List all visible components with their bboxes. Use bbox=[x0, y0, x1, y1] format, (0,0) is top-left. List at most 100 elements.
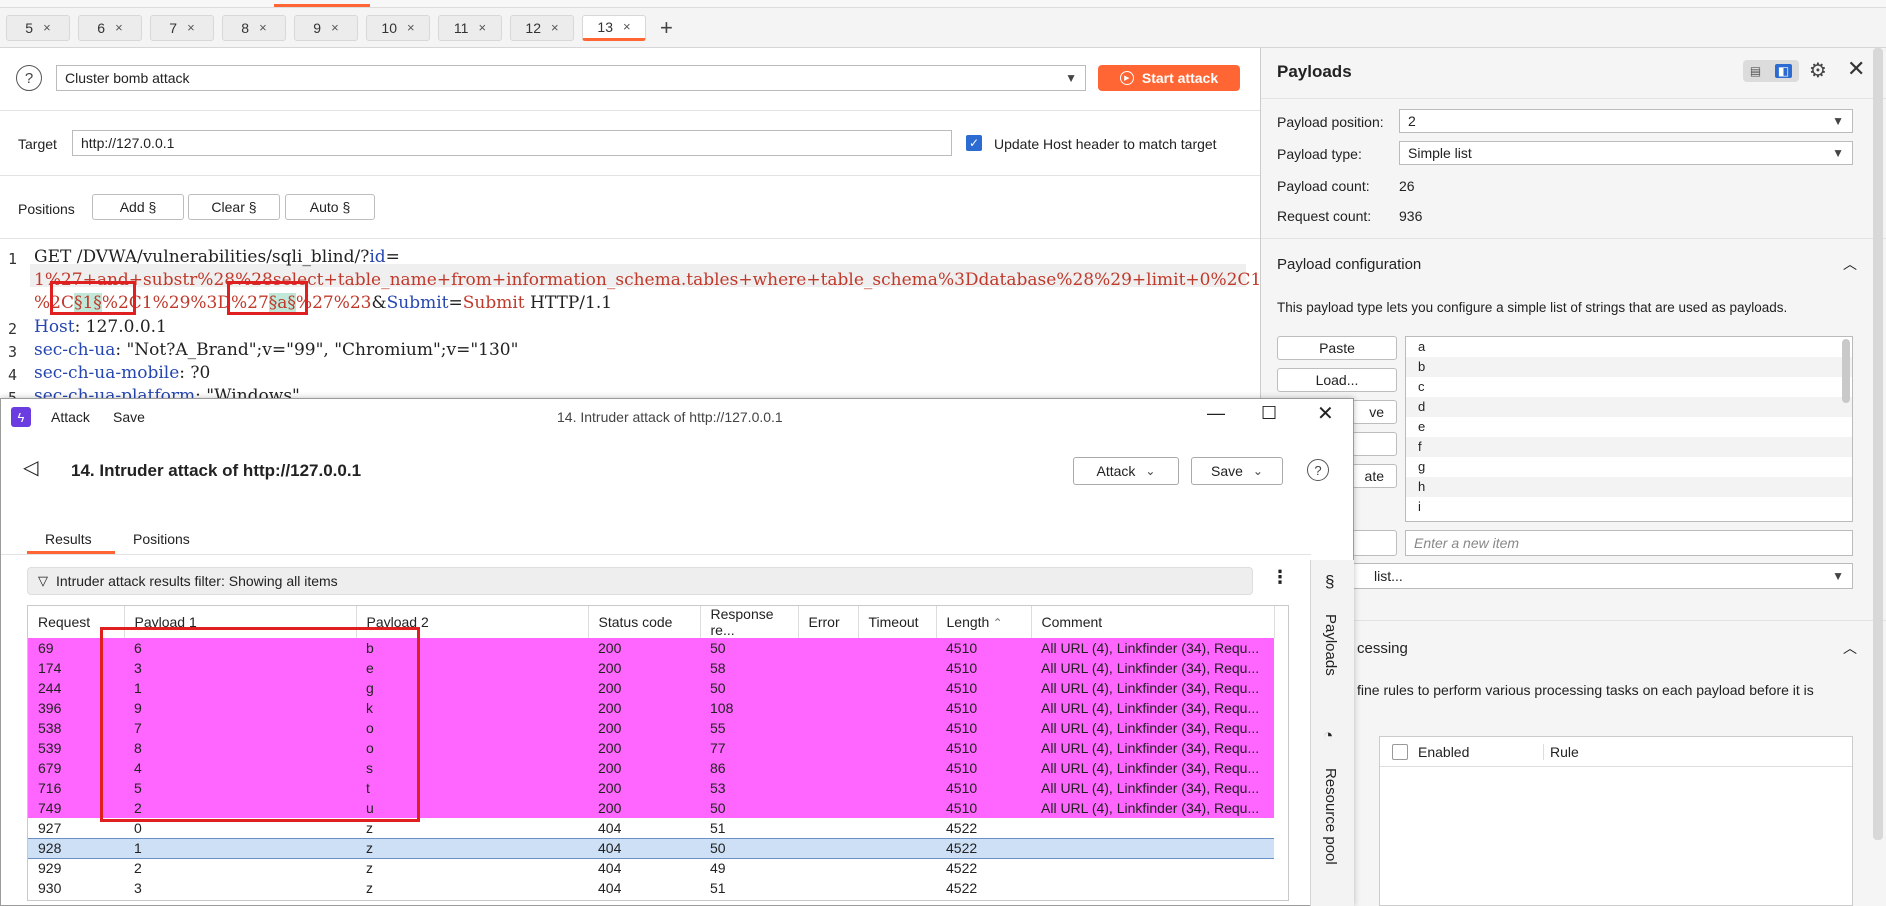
close-icon[interactable]: × bbox=[478, 20, 486, 35]
maximize-icon[interactable]: ☐ bbox=[1261, 403, 1277, 424]
close-icon[interactable]: × bbox=[115, 20, 123, 35]
close-icon[interactable]: × bbox=[623, 19, 631, 34]
request-line-3: sec-ch-ua: "Not?A_Brand";v="99", "Chromi… bbox=[34, 339, 518, 362]
tab-13[interactable]: 13 × bbox=[582, 14, 646, 41]
new-item-input[interactable]: Enter a new item bbox=[1405, 530, 1853, 556]
payload-position-value: 2 bbox=[1408, 113, 1416, 129]
close-icon[interactable]: × bbox=[187, 20, 195, 35]
load-button[interactable]: Load... bbox=[1277, 368, 1397, 392]
tab-positions[interactable]: Positions bbox=[133, 531, 190, 547]
tab-results[interactable]: Results bbox=[45, 531, 92, 547]
help-icon[interactable]: ? bbox=[16, 65, 42, 91]
cell-status: 200 bbox=[588, 658, 700, 678]
close-icon[interactable]: × bbox=[43, 20, 51, 35]
panel-scrollbar[interactable] bbox=[1873, 48, 1883, 840]
tab-9[interactable]: 9 × bbox=[294, 14, 358, 41]
payload-list-item[interactable]: h bbox=[1406, 477, 1852, 497]
payload-list-item[interactable]: b bbox=[1406, 357, 1852, 377]
line-number: 1 bbox=[8, 250, 18, 268]
table-row[interactable]: 930 3 z 404 51 4522 bbox=[28, 878, 1274, 898]
request-editor[interactable]: 1 GET /DVWA/vulnerabilities/sqli_blind/?… bbox=[0, 194, 1299, 407]
payload-list-item[interactable]: i bbox=[1406, 497, 1852, 517]
chevron-up-icon[interactable]: ︿ bbox=[1843, 254, 1857, 274]
close-icon[interactable]: × bbox=[407, 20, 415, 35]
close-icon[interactable]: × bbox=[331, 20, 339, 35]
split-view-icon[interactable]: ◧ bbox=[1774, 64, 1793, 78]
cell-p1: 1 bbox=[124, 837, 356, 859]
cell-empty bbox=[798, 837, 858, 859]
cell-resp: 53 bbox=[700, 778, 798, 798]
gear-icon[interactable]: ⚙ bbox=[1809, 58, 1827, 83]
tab-5[interactable]: 5 × bbox=[6, 14, 70, 41]
cell-status: 404 bbox=[598, 880, 622, 896]
tab-label: 13 bbox=[597, 18, 613, 35]
cell-empty bbox=[798, 818, 858, 838]
payload-list-item[interactable]: e bbox=[1406, 417, 1852, 437]
processing-rules-table[interactable]: Enabled Rule bbox=[1379, 736, 1853, 906]
filter-icon: ▽ bbox=[38, 573, 48, 588]
payload-list-item[interactable]: g bbox=[1406, 457, 1852, 477]
column-header[interactable]: Error bbox=[798, 606, 859, 638]
save-menu-button[interactable]: Save ⌄ bbox=[1191, 457, 1283, 485]
table-row[interactable]: 929 2 z 404 49 4522 bbox=[28, 858, 1274, 878]
tab-6[interactable]: 6 × bbox=[78, 14, 142, 41]
side-tab-payloads[interactable]: Payloads bbox=[1322, 614, 1339, 676]
tab-10[interactable]: 10 × bbox=[366, 14, 430, 41]
column-header[interactable]: Response re... bbox=[700, 606, 799, 638]
cell-empty bbox=[798, 638, 858, 658]
tab-12[interactable]: 12 × bbox=[510, 14, 574, 41]
tab-11[interactable]: 11 × bbox=[438, 14, 502, 41]
layout-toggle[interactable]: ▤ ◧ bbox=[1743, 60, 1799, 82]
help-icon[interactable]: ? bbox=[1307, 459, 1329, 481]
paste-button[interactable]: Paste bbox=[1277, 336, 1397, 360]
payload-list[interactable]: abcdefghi bbox=[1405, 336, 1853, 522]
payload-list-item[interactable]: c bbox=[1406, 377, 1852, 397]
minimize-icon[interactable]: — bbox=[1207, 403, 1225, 424]
attack-menu-button[interactable]: Attack ⌄ bbox=[1073, 457, 1179, 485]
select-all-checkbox[interactable] bbox=[1392, 743, 1408, 760]
chevron-down-icon: ▼ bbox=[1065, 71, 1077, 85]
target-url-input[interactable]: http://127.0.0.1 bbox=[72, 130, 952, 156]
cell-status: 404 bbox=[598, 860, 622, 877]
column-header[interactable]: Comment bbox=[1031, 606, 1275, 638]
cell-comment bbox=[1031, 818, 1274, 838]
more-options-icon[interactable]: ⋮ bbox=[1271, 567, 1289, 588]
payload-type-label: Payload type: bbox=[1277, 146, 1362, 162]
payload-type-select[interactable]: Simple list ▼ bbox=[1399, 141, 1853, 165]
add-tab-icon[interactable]: + bbox=[660, 15, 673, 41]
payload-list-item[interactable]: d bbox=[1406, 397, 1852, 417]
table-row[interactable]: 928 1 z 404 50 4522 bbox=[28, 837, 1274, 859]
tab-8[interactable]: 8 × bbox=[222, 14, 286, 41]
column-header[interactable]: Length ⌃ bbox=[936, 606, 1032, 638]
menu-save[interactable]: Save bbox=[113, 409, 145, 425]
column-header[interactable]: Timeout bbox=[858, 606, 937, 638]
payload-list-item[interactable]: f bbox=[1406, 437, 1852, 457]
param-name: id bbox=[369, 247, 386, 267]
column-header[interactable]: Status code bbox=[588, 606, 701, 638]
list-scrollbar[interactable] bbox=[1842, 339, 1850, 403]
payload-position-select[interactable]: 2 ▼ bbox=[1399, 109, 1853, 133]
list-view-icon[interactable]: ▤ bbox=[1750, 64, 1761, 78]
line-number: 3 bbox=[8, 343, 18, 361]
update-host-checkbox[interactable]: ✓ bbox=[966, 135, 982, 151]
side-tab-resource-pool[interactable]: Resource pool bbox=[1322, 768, 1339, 865]
back-arrow-icon[interactable]: ◁ bbox=[23, 455, 38, 480]
close-icon[interactable]: × bbox=[551, 20, 559, 35]
results-filter-bar[interactable]: ▽ Intruder attack results filter: Showin… bbox=[27, 567, 1253, 595]
close-window-icon[interactable]: ✕ bbox=[1317, 401, 1334, 426]
attack-type-select[interactable]: Cluster bomb attack ▼ bbox=[56, 65, 1086, 91]
tab-7[interactable]: 7 × bbox=[150, 14, 214, 41]
close-icon[interactable]: ✕ bbox=[1847, 56, 1865, 82]
close-icon[interactable]: × bbox=[259, 20, 267, 35]
add-from-list-select[interactable]: list... ▼ bbox=[1277, 563, 1853, 589]
menu-attack[interactable]: Attack bbox=[51, 409, 90, 425]
start-attack-button[interactable]: ▶ Start attack bbox=[1098, 65, 1240, 91]
cell-empty bbox=[858, 818, 936, 838]
tab-label: 10 bbox=[381, 19, 397, 36]
pie-chart-icon[interactable]: ◔ bbox=[1323, 726, 1333, 746]
payload-list-item[interactable]: a bbox=[1406, 337, 1852, 357]
section-sign-icon[interactable]: § bbox=[1325, 572, 1334, 592]
cell-status: 200 bbox=[588, 678, 700, 698]
cell-status: 200 bbox=[588, 758, 700, 778]
chevron-up-icon[interactable]: ︿ bbox=[1843, 638, 1857, 658]
